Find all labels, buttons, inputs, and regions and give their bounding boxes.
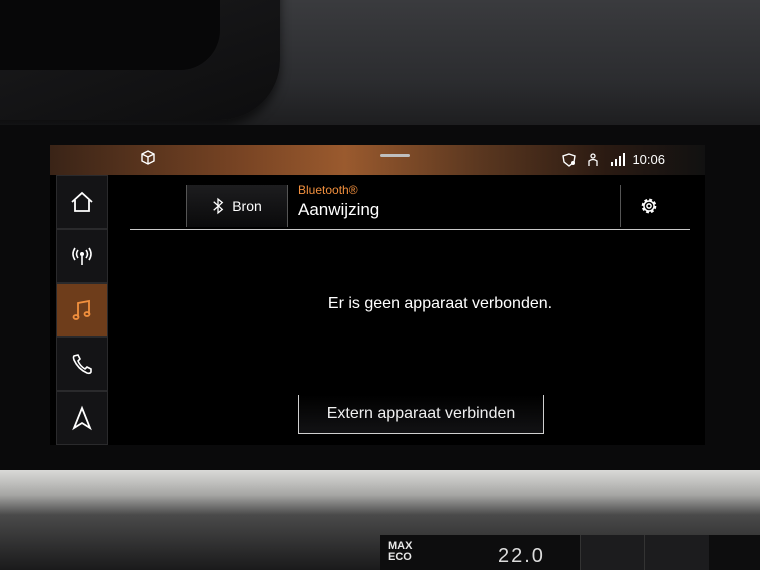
navigation-icon: [72, 405, 92, 431]
gear-icon: [641, 198, 657, 214]
connect-device-button-label: Extern apparaat verbinden: [326, 405, 516, 422]
nav-home-button[interactable]: [56, 175, 108, 229]
home-icon: [71, 191, 93, 212]
nav-phone-button[interactable]: [56, 337, 108, 391]
source-info: Bluetooth® Aanwijzing: [298, 183, 379, 220]
nav-navigation-button[interactable]: [56, 391, 108, 445]
source-name: Bluetooth®: [298, 183, 358, 197]
bluetooth-icon: [213, 197, 224, 215]
source-subtitle: Aanwijzing: [298, 200, 380, 219]
defrost-front-button[interactable]: [580, 535, 645, 570]
person-icon: [585, 153, 601, 167]
no-device-message: Er is geen apparaat verbonden.: [327, 295, 553, 312]
infotainment-screen: 10:06 Bron Bluetooth® Aanwijzing Er is g…: [50, 145, 705, 445]
nav-radio-button[interactable]: [56, 229, 108, 283]
source-button[interactable]: Bron: [186, 185, 288, 227]
settings-button[interactable]: [620, 185, 677, 227]
air-vent: [0, 0, 280, 120]
radio-icon: [72, 247, 92, 265]
lte-signal-icon: [610, 153, 626, 167]
drawer-handle[interactable]: [380, 154, 410, 157]
climate-mode-label[interactable]: MAX ECO: [388, 541, 412, 563]
climate-temperature: 22.0: [498, 545, 545, 567]
cube-icon[interactable]: [140, 150, 156, 166]
defrost-rear-button[interactable]: [644, 535, 709, 570]
status-clock: 10:06: [632, 152, 665, 167]
phone-icon: [72, 354, 92, 375]
climate-panel: MAX ECO 22.0: [380, 535, 760, 570]
shield-icon: [561, 153, 577, 167]
status-icons: [561, 153, 630, 172]
media-header: Bron Bluetooth® Aanwijzing: [130, 183, 690, 230]
status-bar: 10:06: [50, 145, 705, 175]
connect-device-button[interactable]: Extern apparaat verbinden: [298, 395, 544, 434]
source-button-label: Bron: [232, 198, 262, 214]
